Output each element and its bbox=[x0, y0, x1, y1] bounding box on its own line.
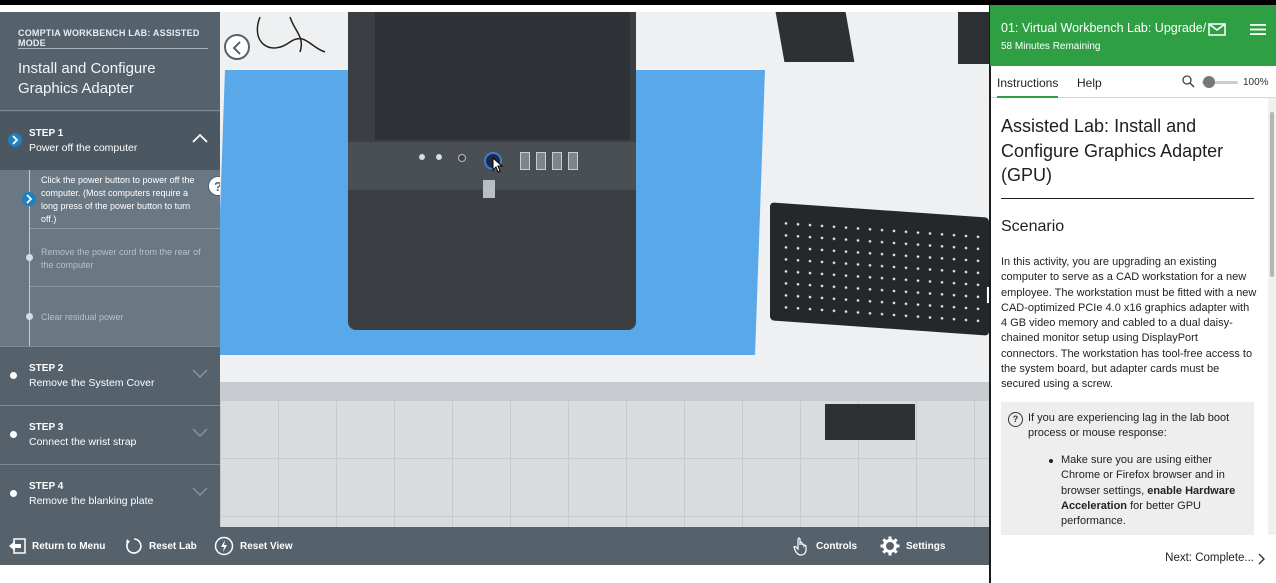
step-4-name: Remove the blanking plate bbox=[29, 495, 154, 507]
note-bullet: Make sure you are using either Chrome or… bbox=[1061, 453, 1249, 529]
panel-title: Install and Configure Graphics Adapter bbox=[18, 60, 156, 97]
audio-port bbox=[436, 154, 442, 160]
step-3[interactable]: STEP 3 Connect the wrist strap bbox=[0, 406, 220, 464]
reset-icon bbox=[126, 538, 142, 554]
instructions-footer: Next: Complete... bbox=[991, 535, 1276, 583]
mouse-cursor-icon bbox=[492, 157, 504, 173]
desk-object bbox=[775, 12, 855, 62]
substep-2-dot bbox=[26, 254, 33, 261]
step-2[interactable]: STEP 2 Remove the System Cover bbox=[0, 347, 220, 405]
step-1-indicator-icon bbox=[8, 133, 22, 147]
reset-lab-label: Reset Lab bbox=[149, 540, 197, 552]
substep-1[interactable]: Click the power button to power off the … bbox=[41, 174, 201, 226]
desk-drawer bbox=[825, 404, 915, 440]
tab-help[interactable]: Help bbox=[1077, 76, 1102, 90]
panel-divider bbox=[0, 110, 220, 111]
scrollbar-thumb[interactable] bbox=[1270, 112, 1274, 277]
usb-port bbox=[552, 152, 562, 170]
return-menu-icon bbox=[9, 538, 26, 554]
audio-port bbox=[419, 154, 425, 160]
current-substep-icon bbox=[22, 192, 36, 206]
note-text: If you are experiencing lag in the lab b… bbox=[1028, 412, 1230, 440]
reset-lab-button[interactable]: Reset Lab bbox=[125, 527, 197, 565]
step-1-name: Power off the computer bbox=[29, 142, 138, 154]
tab-instructions[interactable]: Instructions bbox=[997, 76, 1059, 98]
substep-3[interactable]: Clear residual power bbox=[41, 311, 201, 324]
step-4-dot bbox=[10, 490, 17, 497]
substep-3-dot bbox=[26, 313, 33, 320]
desk-edge bbox=[220, 382, 989, 400]
instructions-content: Assisted Lab: Install and Configure Grap… bbox=[991, 98, 1268, 535]
keyboard-keys bbox=[780, 217, 980, 327]
return-to-menu-label: Return to Menu bbox=[32, 540, 106, 552]
step-3-number: STEP 3 bbox=[29, 422, 64, 433]
step-3-name: Connect the wrist strap bbox=[29, 436, 137, 448]
help-circle-icon: ? bbox=[1008, 412, 1023, 427]
step-3-dot bbox=[10, 431, 17, 438]
chevron-down-icon[interactable] bbox=[192, 485, 208, 497]
step-1[interactable]: STEP 1 Power off the computer bbox=[0, 112, 220, 170]
reset-view-label: Reset View bbox=[240, 540, 293, 552]
reset-view-button[interactable]: Reset View bbox=[214, 527, 293, 565]
step-4-number: STEP 4 bbox=[29, 481, 64, 492]
usb-port bbox=[520, 152, 530, 170]
bullet-dot bbox=[1049, 459, 1053, 463]
controls-label: Controls bbox=[816, 540, 858, 552]
substep-divider bbox=[30, 228, 220, 229]
step-2-number: STEP 2 bbox=[29, 363, 64, 374]
pc-tower-top bbox=[375, 12, 630, 140]
controls-button[interactable]: Controls bbox=[792, 527, 857, 565]
lab-title: 01: Virtual Workbench Lab: Upgrade/ bbox=[1001, 21, 1207, 35]
back-button[interactable] bbox=[224, 34, 250, 60]
time-remaining: 58 Minutes Remaining bbox=[1001, 41, 1101, 52]
steps-panel: COMPTIA WORKBENCH LAB: ASSISTED MODE Ins… bbox=[0, 12, 220, 527]
usb-port bbox=[536, 152, 546, 170]
return-to-menu-button[interactable]: Return to Menu bbox=[8, 527, 105, 565]
next-chevron-icon[interactable] bbox=[1258, 553, 1266, 565]
cable-icon bbox=[256, 16, 326, 53]
step-2-name: Remove the System Cover bbox=[29, 377, 155, 389]
settings-label: Settings bbox=[906, 540, 946, 552]
step-2-dot bbox=[10, 372, 17, 379]
pc-foot bbox=[483, 180, 495, 198]
substep-2[interactable]: Remove the power cord from the rear of t… bbox=[41, 246, 201, 272]
scenario-heading: Scenario bbox=[1001, 218, 1065, 235]
substep-list: Click the power button to power off the … bbox=[0, 170, 220, 346]
indicator-light bbox=[458, 154, 466, 162]
desk-object bbox=[958, 12, 989, 64]
hamburger-icon[interactable] bbox=[1250, 23, 1266, 36]
settings-button[interactable]: Settings bbox=[880, 527, 945, 565]
zoom-level: 100% bbox=[1243, 77, 1269, 88]
chevron-down-icon[interactable] bbox=[192, 367, 208, 379]
scenario-text: In this activity, you are upgrading an e… bbox=[1001, 256, 1257, 391]
next-button[interactable]: Next: Complete... bbox=[1165, 552, 1254, 564]
bottom-toolbar: Return to Menu Reset Lab Reset View Cont… bbox=[0, 527, 989, 565]
instructions-header: 01: Virtual Workbench Lab: Upgrade/ 58 M… bbox=[990, 5, 1276, 66]
gear-icon bbox=[880, 536, 900, 556]
usb-port bbox=[568, 152, 578, 170]
substep-divider bbox=[30, 286, 220, 287]
performance-note: ? If you are experiencing lag in the lab… bbox=[1001, 402, 1254, 535]
lab-mode-label: COMPTIA WORKBENCH LAB: ASSISTED MODE bbox=[18, 28, 200, 48]
zoom-slider-thumb[interactable] bbox=[1203, 76, 1215, 88]
lab-mode-rule bbox=[18, 48, 208, 49]
step-1-number: STEP 1 bbox=[29, 128, 64, 139]
workbench-3d-view[interactable] bbox=[220, 12, 989, 527]
hand-icon bbox=[793, 537, 807, 556]
chevron-up-icon[interactable] bbox=[192, 132, 208, 144]
chevron-down-icon[interactable] bbox=[192, 426, 208, 438]
back-arrow-icon bbox=[232, 41, 241, 55]
mail-icon[interactable] bbox=[1208, 23, 1226, 36]
step-4[interactable]: STEP 4 Remove the blanking plate bbox=[0, 465, 220, 523]
heading-rule bbox=[1001, 198, 1254, 199]
search-icon[interactable] bbox=[1182, 75, 1195, 88]
instruction-tabs: Instructions Help 100% bbox=[991, 66, 1276, 98]
reset-view-icon bbox=[214, 536, 234, 556]
lab-heading: Assisted Lab: Install and Configure Grap… bbox=[1001, 116, 1224, 185]
